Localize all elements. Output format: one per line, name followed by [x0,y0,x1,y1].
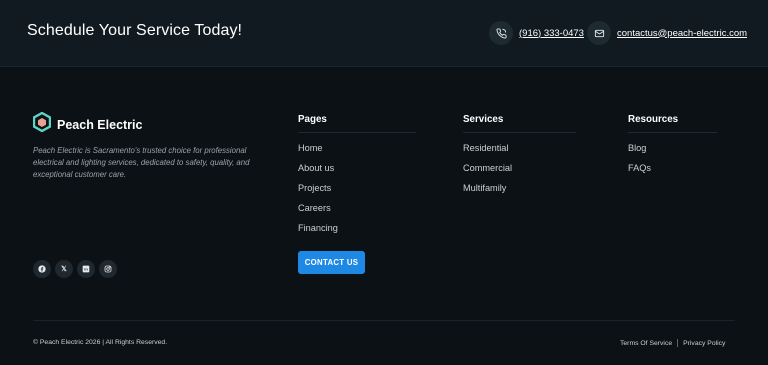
cta-bar: Schedule Your Service Today! (916) 333-0… [0,0,768,67]
services-column: Services Residential Commercial Multifam… [463,114,576,203]
nav-link-multifamily[interactable]: Multifamily [463,183,576,203]
resources-column: Resources Blog FAQs [628,114,717,183]
nav-link-blog[interactable]: Blog [628,143,717,163]
contact-us-button[interactable]: CONTACT US [298,251,365,274]
email-contact[interactable]: contactus@peach-electric.com [587,21,747,45]
copyright-text: © Peach Electric 2026 | All Rights Reser… [33,339,168,346]
hexagon-logo-icon [32,111,52,137]
nav-link-faqs[interactable]: FAQs [628,163,717,183]
phone-contact[interactable]: (916) 333-0473 [489,21,584,45]
linkedin-icon[interactable]: in [77,260,95,278]
nav-link-home[interactable]: Home [298,143,416,163]
nav-link-about[interactable]: About us [298,163,416,183]
legal-links: Terms Of Service Privacy Policy [620,339,725,347]
facebook-icon[interactable] [33,260,51,278]
terms-link[interactable]: Terms Of Service [620,340,672,347]
privacy-link[interactable]: Privacy Policy [683,340,725,347]
social-links: 𝕏 in [33,260,117,278]
brand[interactable]: Peach Electric [32,111,143,137]
x-icon[interactable]: 𝕏 [55,260,73,278]
services-heading: Services [463,114,576,133]
pages-heading: Pages [298,114,416,133]
email-link[interactable]: contactus@peach-electric.com [617,28,747,39]
legal-separator [677,339,679,347]
cta-title: Schedule Your Service Today! [27,22,243,39]
phone-link[interactable]: (916) 333-0473 [519,28,584,39]
nav-link-careers[interactable]: Careers [298,203,416,223]
pages-column: Pages Home About us Projects Careers Fin… [298,114,416,243]
svg-text:in: in [84,267,88,272]
nav-link-financing[interactable]: Financing [298,223,416,243]
brand-name: Peach Electric [57,117,143,132]
brand-description: Peach Electric is Sacramento's trusted c… [33,146,250,180]
nav-link-residential[interactable]: Residential [463,143,576,163]
resources-heading: Resources [628,114,717,133]
mail-icon [587,21,611,45]
nav-link-commercial[interactable]: Commercial [463,163,576,183]
instagram-icon[interactable] [99,260,117,278]
footer-divider [33,320,735,321]
phone-icon [489,21,513,45]
nav-link-projects[interactable]: Projects [298,183,416,203]
